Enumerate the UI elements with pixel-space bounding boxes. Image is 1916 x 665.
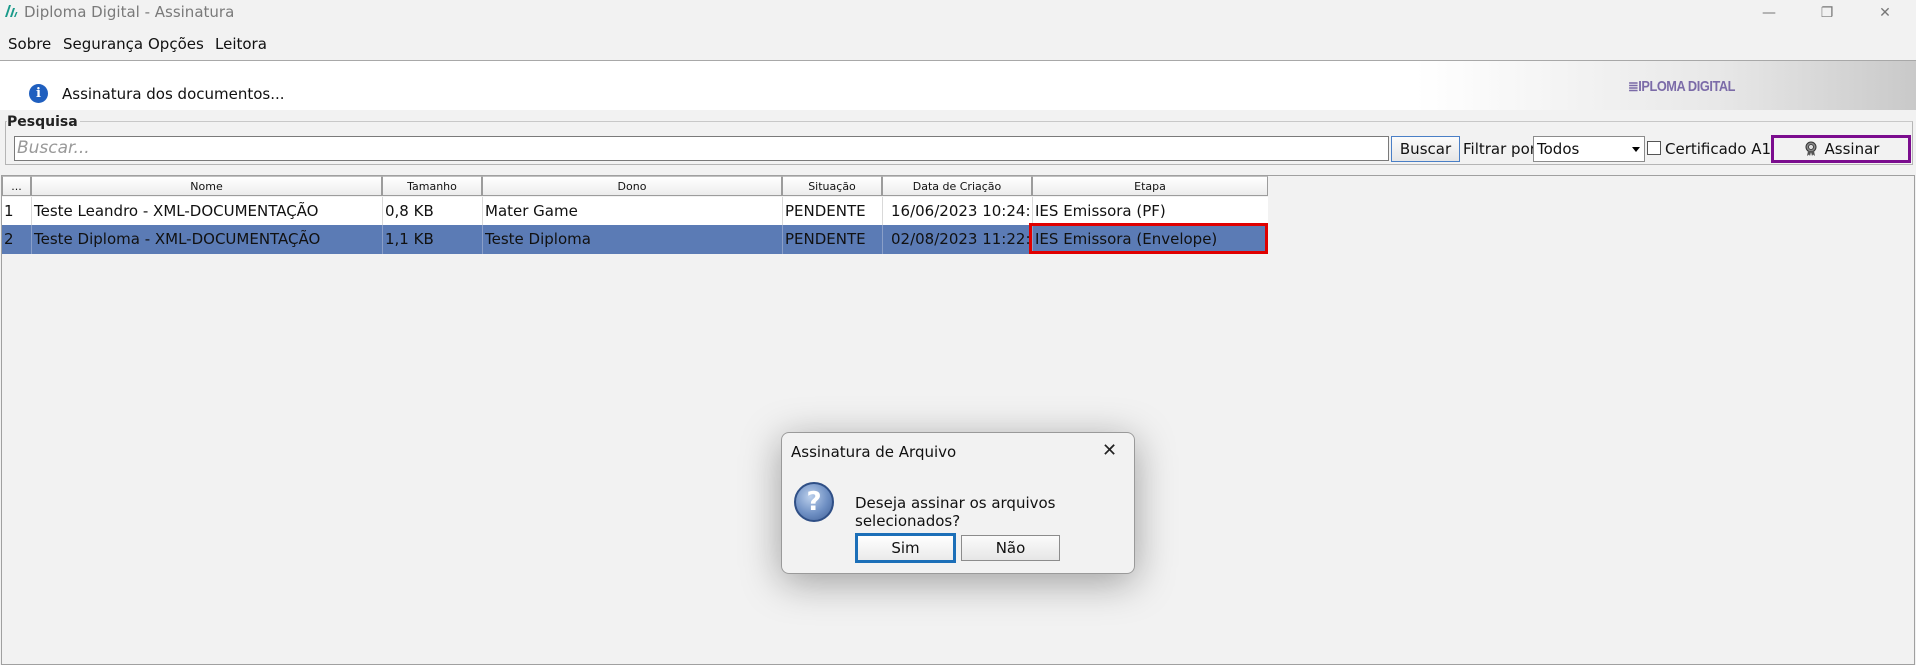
brand-logo: ≣IPLOMA DIGITAL — [1628, 78, 1736, 95]
maximize-button[interactable]: ❐ — [1798, 0, 1856, 26]
column-header-index[interactable]: ... — [2, 176, 31, 196]
dialog-message: Deseja assinar os arquivos selecionados? — [855, 494, 1056, 530]
cell-tamanho: 0,8 KB — [385, 202, 434, 220]
app-logo-icon — [5, 5, 18, 17]
filter-selected-value: Todos — [1537, 140, 1580, 158]
info-banner: i Assinatura dos documentos... ≣IPLOMA D… — [0, 60, 1916, 110]
chevron-down-icon — [1632, 147, 1640, 152]
cell-dono: Mater Game — [485, 202, 578, 220]
cell-separator — [882, 197, 883, 226]
filter-label: Filtrar por: — [1463, 140, 1541, 158]
cell-data-criacao: 16/06/2023 10:24:19 — [891, 202, 1032, 220]
cell-tamanho: 1,1 KB — [385, 230, 434, 248]
search-group-label: Pesquisa — [7, 114, 80, 130]
certificate-icon — [1805, 141, 1817, 156]
filter-select[interactable]: Todos — [1533, 136, 1645, 162]
etapa-highlight-box — [1029, 223, 1268, 254]
column-header-tamanho[interactable]: Tamanho — [382, 176, 482, 196]
cell-situacao: PENDENTE — [785, 202, 866, 220]
close-window-button[interactable]: ✕ — [1856, 0, 1914, 26]
cell-nome: Teste Leandro - XML-DOCUMENTAÇÃO — [34, 202, 319, 220]
sign-button-label: Assinar — [1824, 140, 1880, 158]
menu-seguranca[interactable]: Segurança — [63, 35, 143, 53]
table-row[interactable]: 1 Teste Leandro - XML-DOCUMENTAÇÃO 0,8 K… — [2, 197, 1268, 226]
certificate-label: Certificado A1 — [1665, 140, 1772, 158]
cell-index: 1 — [4, 202, 14, 220]
cell-data-criacao: 02/08/2023 11:22:29 — [891, 230, 1032, 248]
column-header-dono[interactable]: Dono — [482, 176, 782, 196]
dialog-close-icon[interactable]: ✕ — [1102, 440, 1117, 461]
column-header-situacao[interactable]: Situação — [782, 176, 882, 196]
cell-dono: Teste Diploma — [485, 230, 591, 248]
menu-bar: Sobre Segurança Opções Leitora — [0, 31, 1916, 55]
minimize-button[interactable]: — — [1740, 0, 1798, 26]
search-button[interactable]: Buscar — [1391, 136, 1460, 162]
confirm-dialog: Assinatura de Arquivo ✕ ? Deseja assinar… — [781, 432, 1135, 574]
yes-button[interactable]: Sim — [855, 533, 956, 563]
search-input[interactable]: Buscar... — [14, 136, 1389, 161]
column-header-nome[interactable]: Nome — [31, 176, 382, 196]
question-icon: ? — [794, 482, 834, 522]
cell-nome: Teste Diploma - XML-DOCUMENTAÇÃO — [34, 230, 321, 248]
info-text: Assinatura dos documentos... — [62, 85, 285, 103]
cell-situacao: PENDENTE — [785, 230, 866, 248]
column-header-etapa[interactable]: Etapa — [1032, 176, 1268, 196]
menu-sobre[interactable]: Sobre — [8, 35, 51, 53]
title-bar: Diploma Digital - Assinatura — ❐ ✕ — [0, 0, 1916, 26]
dialog-title: Assinatura de Arquivo — [791, 443, 957, 461]
info-icon: i — [29, 84, 48, 103]
sign-button[interactable]: Assinar — [1771, 135, 1911, 163]
certificate-checkbox[interactable] — [1647, 141, 1661, 155]
menu-opcoes[interactable]: Opções — [148, 35, 204, 53]
no-button[interactable]: Não — [961, 535, 1060, 561]
window-title: Diploma Digital - Assinatura — [24, 3, 235, 21]
cell-etapa: IES Emissora (PF) — [1035, 202, 1166, 220]
cell-index: 2 — [4, 230, 14, 248]
menu-leitora[interactable]: Leitora — [215, 35, 267, 53]
cell-separator — [882, 225, 883, 254]
column-header-data-criacao[interactable]: Data de Criação — [882, 176, 1032, 196]
